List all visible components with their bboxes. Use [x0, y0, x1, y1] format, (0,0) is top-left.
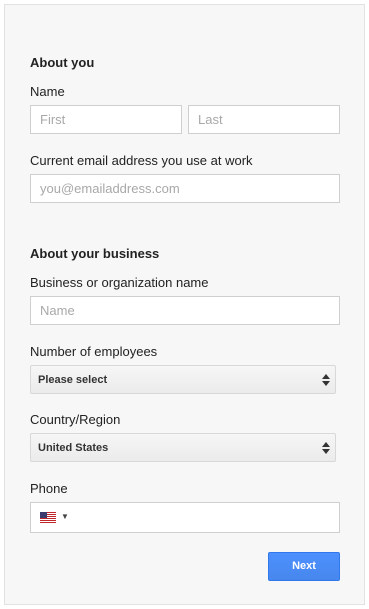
- org-name-input[interactable]: [30, 296, 340, 325]
- employees-label: Number of employees: [30, 344, 158, 359]
- name-label: Name: [30, 84, 65, 99]
- country-select-value: United States: [38, 442, 109, 454]
- select-arrows-icon: [322, 442, 330, 454]
- phone-field[interactable]: ▼: [30, 502, 340, 533]
- select-arrows-icon: [322, 374, 330, 386]
- chevron-down-icon[interactable]: ▼: [61, 512, 69, 521]
- us-flag-icon[interactable]: [40, 512, 56, 523]
- employees-select-value: Please select: [38, 374, 108, 386]
- country-label: Country/Region: [30, 412, 121, 427]
- about-you-heading: About you: [30, 55, 95, 70]
- last-name-input[interactable]: [188, 105, 340, 134]
- next-button[interactable]: Next: [268, 552, 340, 581]
- country-select[interactable]: United States: [30, 433, 336, 462]
- about-business-heading: About your business: [30, 246, 160, 261]
- first-name-input[interactable]: [30, 105, 182, 134]
- org-name-label: Business or organization name: [30, 275, 209, 290]
- email-input[interactable]: [30, 174, 340, 203]
- employees-select[interactable]: Please select: [30, 365, 336, 394]
- phone-label: Phone: [30, 481, 68, 496]
- email-label: Current email address you use at work: [30, 153, 253, 168]
